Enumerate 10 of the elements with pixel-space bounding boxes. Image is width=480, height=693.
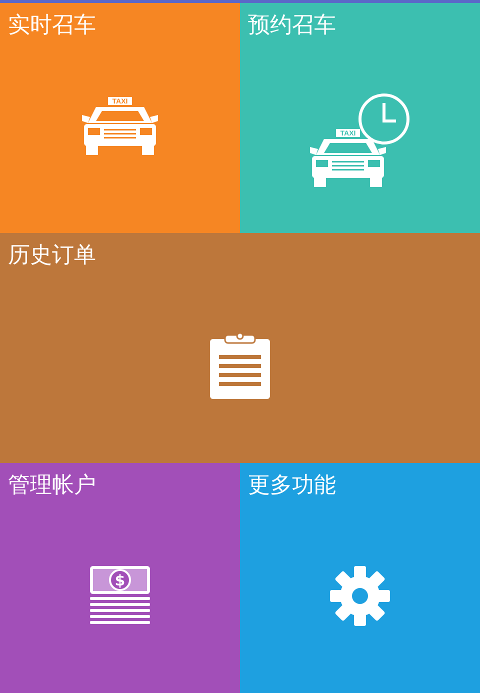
tile-label: 预约召车 bbox=[247, 12, 336, 40]
menu-tile[interactable]: 管理帐户 $ bbox=[0, 463, 240, 693]
tile-label: 历史订单 bbox=[7, 242, 96, 270]
menu-tile[interactable]: 历史订单 bbox=[0, 233, 480, 463]
tile-label: 实时召车 bbox=[7, 12, 96, 40]
settings-icon bbox=[330, 566, 390, 626]
menu-tile[interactable]: 更多功能 bbox=[240, 463, 480, 693]
tile-label: 更多功能 bbox=[247, 472, 336, 500]
tile-label: 管理帐户 bbox=[7, 472, 96, 500]
clipboard-icon bbox=[210, 333, 270, 400]
